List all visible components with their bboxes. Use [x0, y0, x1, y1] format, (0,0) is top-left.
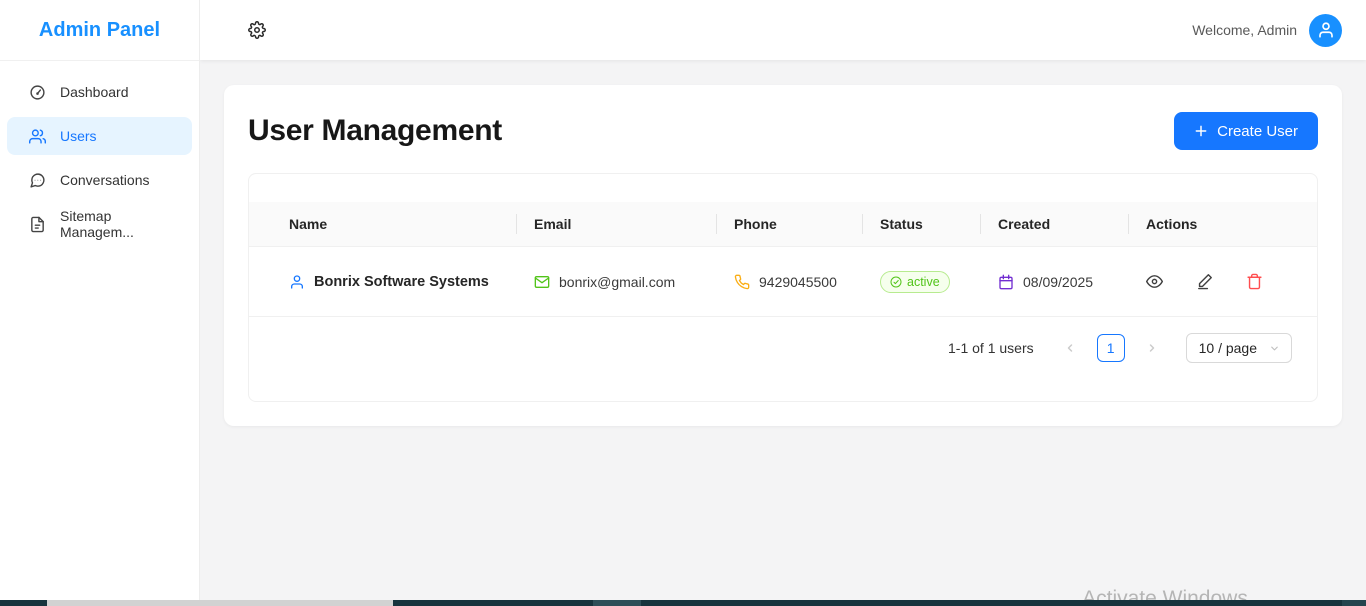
user-phone: 9429045500 — [759, 274, 837, 290]
edit-button[interactable] — [1196, 273, 1214, 291]
cell-email: bonrix@gmail.com — [516, 274, 716, 290]
delete-button[interactable] — [1246, 273, 1264, 291]
cell-name: Bonrix Software Systems — [249, 274, 516, 290]
page-size-value: 10 / page — [1199, 340, 1257, 356]
plus-icon — [1194, 124, 1208, 138]
taskbar-segment — [593, 600, 641, 606]
column-header-email: Email — [516, 202, 716, 246]
topbar-right: Welcome, Admin — [1192, 14, 1342, 47]
sidebar-menu: Dashboard Users Conversations Sitemap Ma… — [0, 61, 199, 255]
user-icon — [289, 274, 305, 290]
column-header-status: Status — [862, 202, 980, 246]
gear-icon[interactable] — [248, 21, 266, 39]
pagination-summary: 1-1 of 1 users — [948, 340, 1034, 356]
user-name: Bonrix Software Systems — [314, 274, 489, 290]
trash-icon — [1246, 273, 1263, 291]
avatar[interactable] — [1309, 14, 1342, 47]
conversations-icon — [29, 172, 46, 189]
cell-created: 08/09/2025 — [980, 274, 1128, 290]
page-size-select[interactable]: 10 / page — [1186, 333, 1292, 363]
prev-page-button[interactable] — [1056, 334, 1084, 362]
bottom-taskbar-strip — [0, 600, 1366, 606]
page-title: User Management — [248, 114, 502, 148]
table-header-row: Name Email Phone Status Created Actions — [249, 202, 1317, 247]
phone-icon — [734, 274, 750, 290]
user-email: bonrix@gmail.com — [559, 274, 675, 290]
chevron-right-icon — [1146, 342, 1158, 354]
column-header-actions: Actions — [1128, 202, 1317, 246]
calendar-icon — [998, 274, 1014, 290]
status-badge: active — [880, 271, 950, 293]
card-header: User Management Create User — [248, 111, 1318, 151]
column-header-name: Name — [249, 202, 516, 246]
column-header-phone: Phone — [716, 202, 862, 246]
chevron-left-icon — [1064, 342, 1076, 354]
view-button[interactable] — [1146, 273, 1164, 291]
app-title: Admin Panel — [0, 0, 199, 61]
sidebar-item-dashboard[interactable]: Dashboard — [7, 73, 192, 111]
cell-actions — [1128, 273, 1317, 291]
sidebar: Admin Panel Dashboard Users Conversation… — [0, 0, 200, 600]
sitemap-icon — [29, 216, 46, 233]
user-management-card: User Management Create User Name Email P… — [224, 85, 1342, 426]
create-user-label: Create User — [1217, 123, 1298, 140]
pagination: 1-1 of 1 users 1 10 / page — [249, 333, 1292, 363]
users-table: Name Email Phone Status Created Actions … — [248, 173, 1318, 402]
sidebar-item-label: Conversations — [60, 172, 150, 188]
cell-status: active — [862, 271, 980, 293]
sidebar-item-conversations[interactable]: Conversations — [7, 161, 192, 199]
created-date: 08/09/2025 — [1023, 274, 1093, 290]
eye-icon — [1146, 273, 1163, 291]
users-icon — [29, 128, 46, 145]
page-number-button[interactable]: 1 — [1097, 334, 1125, 362]
sidebar-item-users[interactable]: Users — [7, 117, 192, 155]
sidebar-item-sitemap-management[interactable]: Sitemap Managem... — [7, 205, 192, 243]
sidebar-item-label: Dashboard — [60, 84, 129, 100]
check-circle-icon — [890, 276, 902, 288]
topbar: Welcome, Admin — [200, 0, 1366, 60]
chevron-down-icon — [1269, 343, 1280, 354]
column-header-created: Created — [980, 202, 1128, 246]
status-text: active — [907, 275, 940, 289]
create-user-button[interactable]: Create User — [1174, 112, 1318, 150]
welcome-text: Welcome, Admin — [1192, 22, 1297, 38]
edit-pencil-icon — [1196, 273, 1213, 291]
sidebar-item-label: Sitemap Managem... — [60, 208, 180, 240]
user-icon — [1317, 21, 1335, 39]
sidebar-item-label: Users — [60, 128, 97, 144]
taskbar-segment — [1342, 600, 1366, 606]
mail-icon — [534, 274, 550, 290]
next-page-button[interactable] — [1138, 334, 1166, 362]
horizontal-scrollbar-thumb[interactable] — [47, 600, 393, 606]
dashboard-icon — [29, 84, 46, 101]
table-row: Bonrix Software Systems bonrix@gmail.com… — [249, 247, 1317, 317]
cell-phone: 9429045500 — [716, 274, 862, 290]
main-content: User Management Create User Name Email P… — [200, 60, 1366, 600]
